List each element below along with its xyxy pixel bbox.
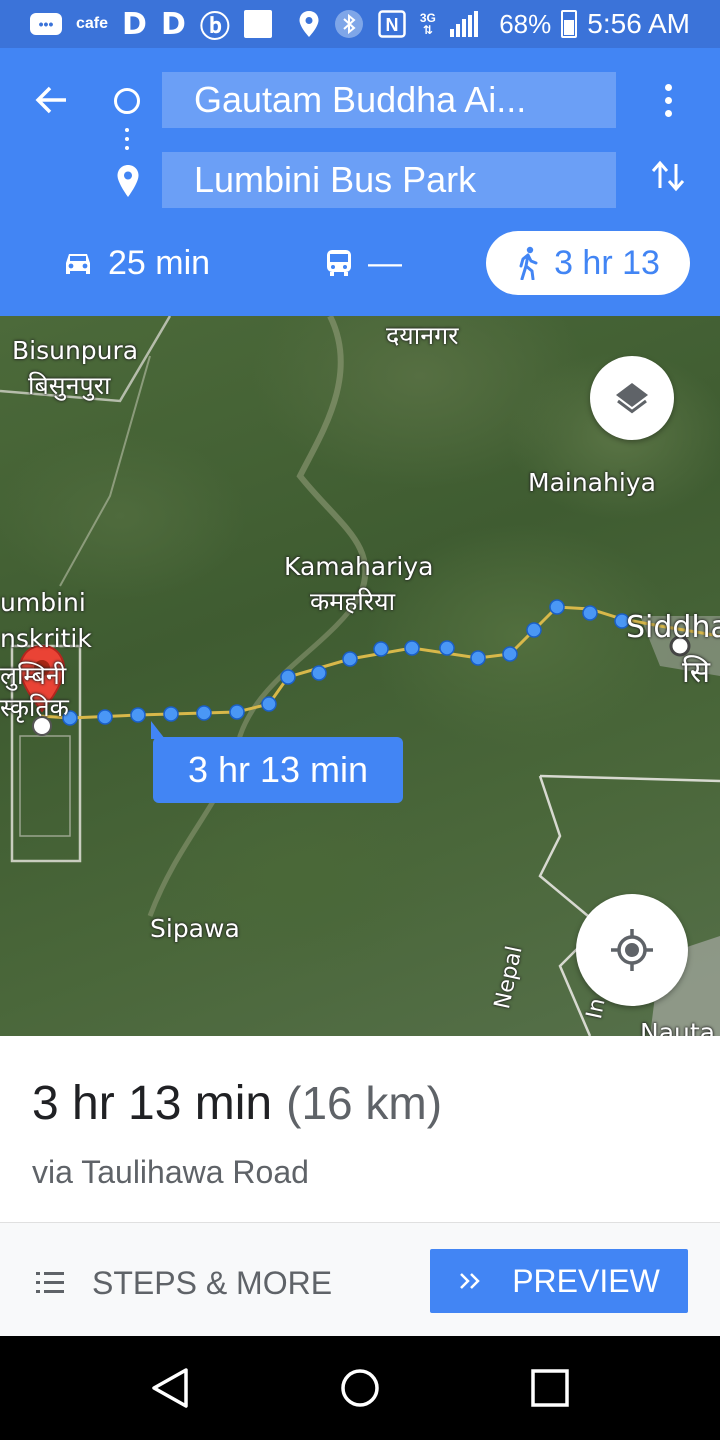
route-via: via Taulihawa Road: [32, 1154, 309, 1190]
nav-back-icon[interactable]: [146, 1364, 194, 1412]
route-duration: 3 hr 13 min: [32, 1077, 273, 1130]
map-label-sanskritik: nskritik: [0, 624, 92, 653]
data-3g-icon: 3G ⇅: [419, 11, 436, 37]
location-icon: [299, 11, 319, 37]
nav-home-icon[interactable]: [336, 1364, 384, 1412]
origin-field[interactable]: Gautam Buddha Ai...: [162, 72, 616, 128]
back-button[interactable]: [30, 78, 74, 122]
navigation-bar: [0, 1336, 720, 1440]
my-location-button[interactable]: [576, 894, 688, 1006]
layers-button[interactable]: [590, 356, 674, 440]
clock: 5:56 AM: [587, 8, 690, 39]
square-app-icon: [243, 10, 272, 38]
d-app-icon: D: [122, 6, 147, 42]
origin-circle-icon: [114, 88, 140, 114]
walking-icon: [519, 246, 538, 280]
mode-walk-time: 3 hr 13: [554, 243, 660, 282]
directions-header: Gautam Buddha Ai... Lumbini Bus Park 25 …: [0, 48, 720, 316]
mode-drive-time: 25 min: [108, 243, 211, 282]
signal-icon: [449, 11, 478, 37]
battery-icon: [561, 10, 578, 38]
map-label-lumbini-hi-2: स्कृतिक: [0, 693, 69, 722]
b-app-icon: ⓑ: [199, 10, 230, 45]
map-label-bisunpura-hi: बिसुनपुरा: [28, 371, 111, 400]
route-dots-icon: [125, 128, 129, 150]
mode-transit-time: —: [368, 243, 402, 282]
status-bar: ••• cafe D D ⓑ N 3G ⇅ 68% 5:56 AM: [0, 0, 720, 48]
steps-more-button[interactable]: STEPS & MORE: [36, 1263, 332, 1303]
destination-field[interactable]: Lumbini Bus Park: [162, 152, 616, 208]
map-label-sipawa: Sipawa: [150, 914, 240, 943]
more-options-button[interactable]: [650, 78, 686, 122]
nav-recents-icon[interactable]: [526, 1364, 574, 1412]
route-summary-sheet[interactable]: 3 hr 13 min (16 km) via Taulihawa Road ST…: [0, 1036, 720, 1336]
message-icon: •••: [30, 13, 62, 35]
map-view[interactable]: Bisunpura बिसुनपुरा दयानगर Mainahiya Kam…: [0, 316, 720, 1036]
bluetooth-icon: [334, 10, 363, 38]
nfc-icon: N: [378, 10, 406, 38]
cafe-icon: cafe: [76, 15, 109, 32]
layers-icon: [616, 383, 648, 414]
preview-button[interactable]: PREVIEW: [430, 1249, 688, 1313]
map-label-siddha: Siddha: [626, 610, 720, 645]
bus-icon: [327, 250, 351, 276]
route-distance: (16 km): [286, 1077, 443, 1129]
destination-pin-icon: [117, 165, 139, 197]
status-bar-system: 68% 5:56 AM: [499, 8, 690, 40]
status-bar-notifications: ••• cafe D D ⓑ N 3G ⇅: [30, 6, 478, 45]
map-label-siddha-hi: सि: [682, 655, 711, 690]
double-chevron-right-icon: [460, 1273, 480, 1289]
swap-vertical-icon: [651, 160, 685, 192]
svg-text:N: N: [385, 15, 398, 35]
car-icon: [66, 254, 90, 274]
list-icon: [36, 1272, 64, 1294]
battery-percent: 68%: [499, 8, 552, 39]
map-label-nautanwa: Nauta: [640, 1018, 715, 1036]
mode-transit[interactable]: —: [324, 238, 402, 288]
route-duration-bubble[interactable]: 3 hr 13 min: [151, 721, 403, 803]
map-label-dayanagar-hi: दयानगर: [386, 321, 459, 350]
map-label-mainahiya: Mainahiya: [528, 468, 656, 497]
steps-more-label: STEPS & MORE: [92, 1264, 333, 1301]
arrow-back-icon: [35, 86, 66, 114]
mode-walk[interactable]: 3 hr 13: [486, 231, 690, 295]
my-location-icon: [611, 929, 653, 971]
mode-drive[interactable]: 25 min: [62, 238, 210, 288]
map-label-kamahariya-hi: कमहरिया: [310, 587, 396, 616]
preview-label: PREVIEW: [512, 1262, 660, 1299]
d-app-icon: D: [160, 6, 186, 42]
sheet-actions: STEPS & MORE PREVIEW: [0, 1222, 720, 1336]
map-label-bisunpura: Bisunpura: [12, 336, 139, 365]
swap-button[interactable]: [646, 154, 690, 198]
route-summary: 3 hr 13 min (16 km): [32, 1076, 442, 1131]
map-label-lumbini-hi-1: लुम्बिनी: [0, 661, 67, 690]
map-label-kamahariya: Kamahariya: [284, 552, 434, 581]
map-label-lumbini: umbini: [0, 588, 86, 617]
